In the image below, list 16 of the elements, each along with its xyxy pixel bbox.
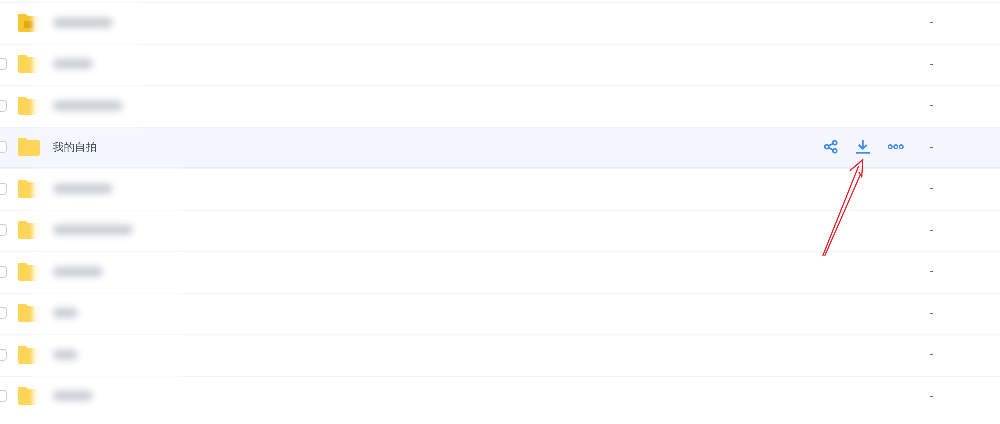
file-size: - xyxy=(930,306,935,320)
folder-icon xyxy=(17,137,41,158)
file-size: - xyxy=(930,99,935,112)
share-icon[interactable] xyxy=(824,140,838,154)
download-icon[interactable] xyxy=(855,139,871,156)
file-size: - xyxy=(930,182,935,196)
file-size: - xyxy=(930,16,935,30)
file-size: - xyxy=(930,140,935,154)
more-icon[interactable] xyxy=(888,144,904,150)
file-size: - xyxy=(930,224,935,237)
file-size: - xyxy=(930,58,935,71)
file-row[interactable]: 我的自拍 - xyxy=(0,126,1000,168)
file-size: - xyxy=(930,265,935,278)
file-size: - xyxy=(930,348,935,362)
file-name[interactable]: 我的自拍 xyxy=(53,140,97,155)
file-size: - xyxy=(930,390,935,403)
